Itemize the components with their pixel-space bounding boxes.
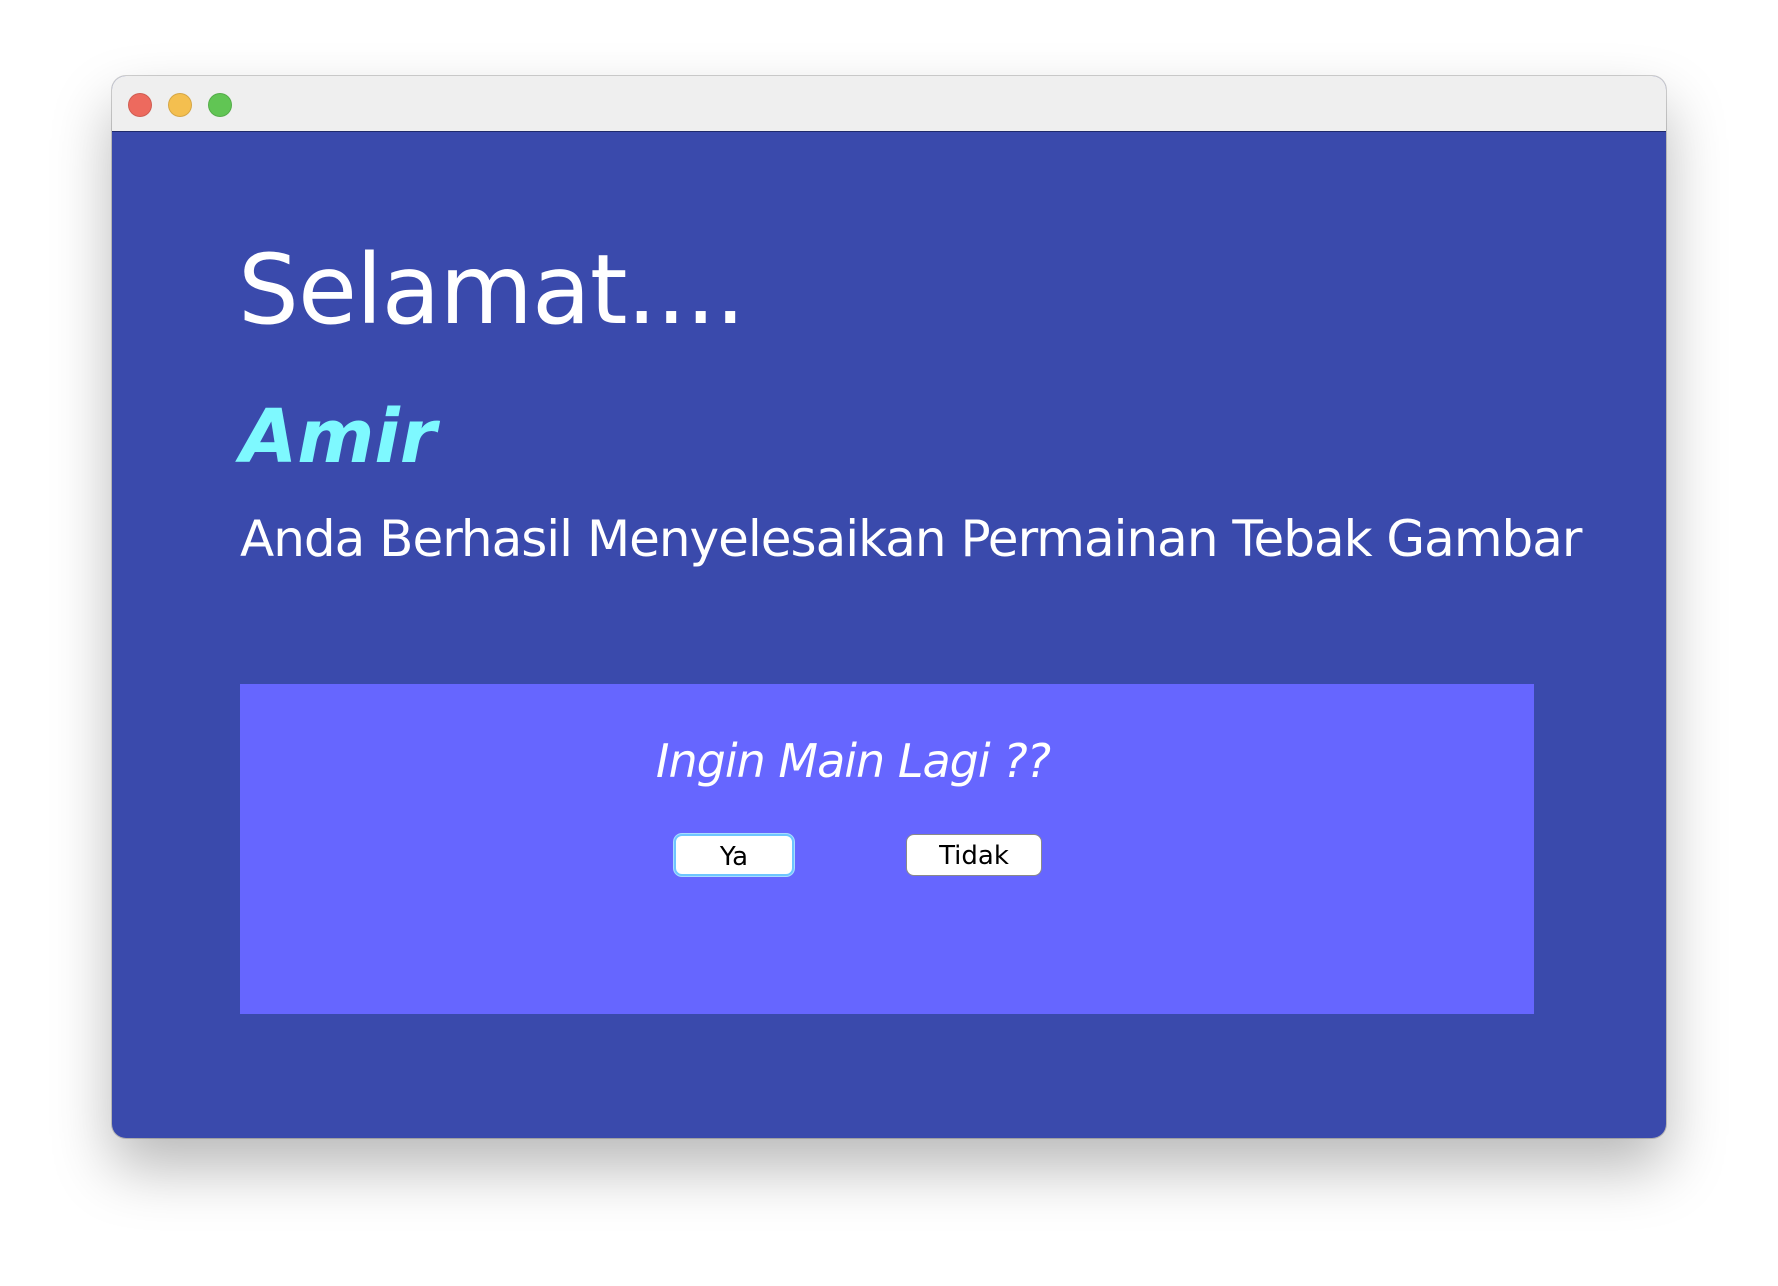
yes-button[interactable]: Ya bbox=[674, 834, 794, 876]
greeting-heading: Selamat.... bbox=[238, 234, 746, 346]
no-button[interactable]: Tidak bbox=[906, 834, 1042, 876]
play-again-panel: Ingin Main Lagi ?? Ya Tidak bbox=[240, 684, 1534, 1014]
close-window-icon[interactable] bbox=[128, 93, 152, 117]
completion-message: Anda Berhasil Menyelesaikan Permainan Te… bbox=[240, 510, 1582, 568]
congratulations-screen: Selamat.... Amir Anda Berhasil Menyelesa… bbox=[112, 132, 1666, 1138]
app-window: Selamat.... Amir Anda Berhasil Menyelesa… bbox=[112, 76, 1666, 1138]
maximize-window-icon[interactable] bbox=[208, 93, 232, 117]
play-again-prompt: Ingin Main Lagi ?? bbox=[655, 734, 1051, 788]
minimize-window-icon[interactable] bbox=[168, 93, 192, 117]
title-bar[interactable] bbox=[112, 76, 1666, 132]
player-name: Amir bbox=[240, 394, 437, 480]
